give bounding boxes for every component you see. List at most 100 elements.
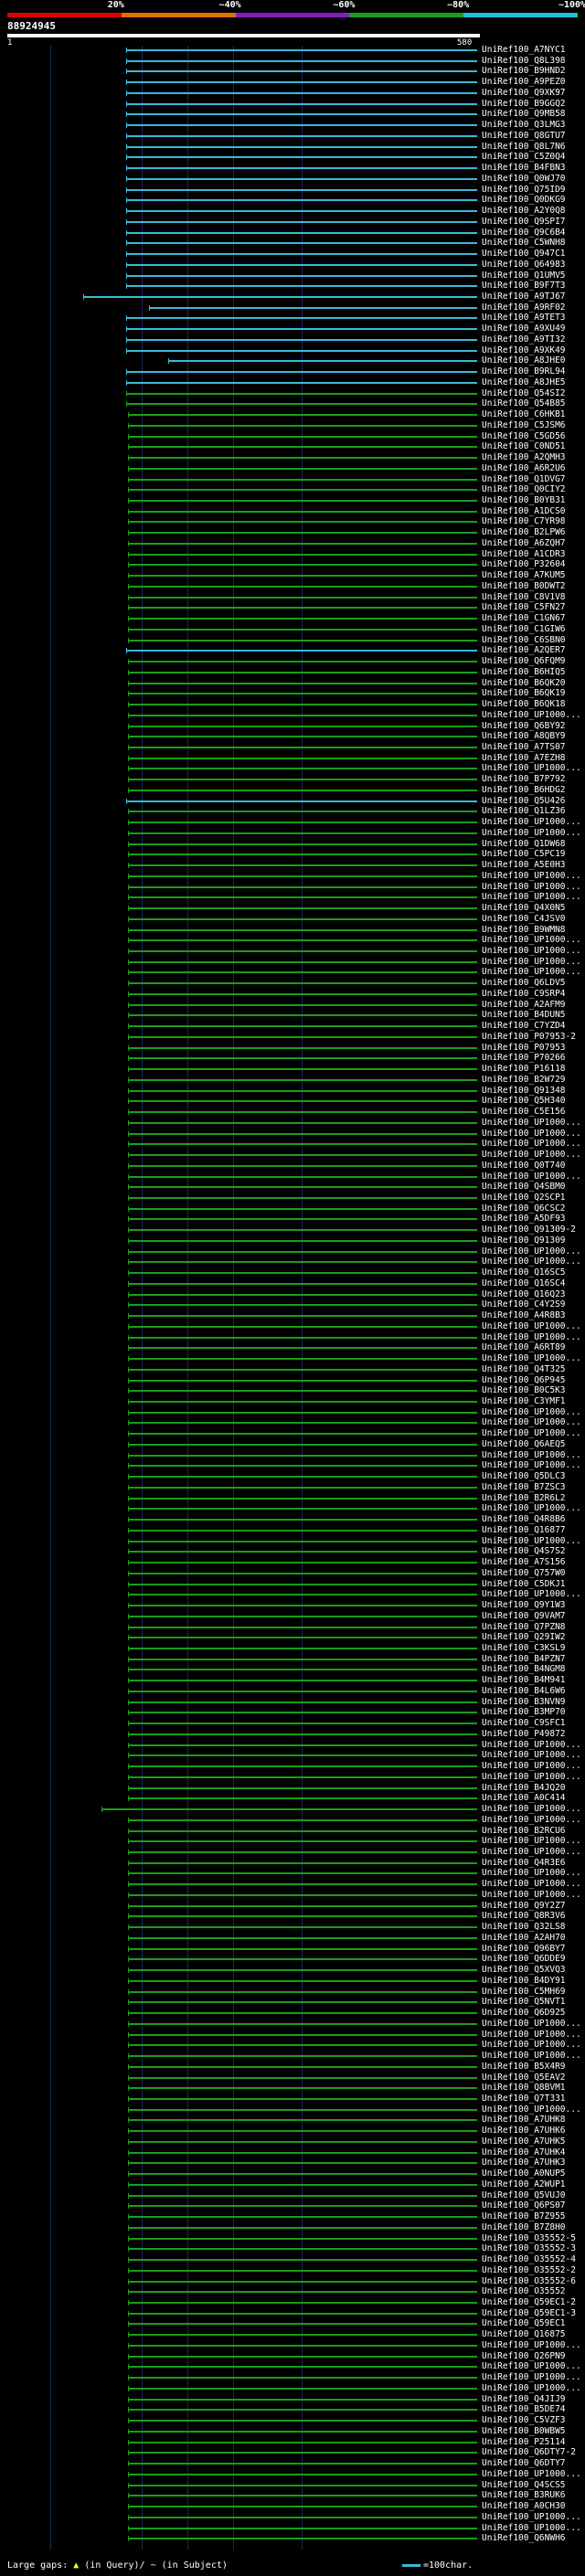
hit-label[interactable]: UniRef100_UP1000... <box>482 1118 581 1128</box>
hit-bar[interactable] <box>127 2473 477 2475</box>
hit-bar[interactable] <box>125 145 477 148</box>
hit-label[interactable]: UniRef100_C8V1V8 <box>482 592 566 602</box>
hit-bar[interactable] <box>127 864 477 867</box>
hit-label[interactable]: UniRef100_Q0WJ70 <box>482 174 566 184</box>
hit-bar[interactable] <box>127 960 477 963</box>
hit-label[interactable]: UniRef100_UP1000... <box>482 1171 581 1182</box>
hit-label[interactable]: UniRef100_B9GGQ2 <box>482 99 566 109</box>
hit-bar[interactable] <box>127 1765 477 1768</box>
hit-bar[interactable] <box>127 2183 477 2186</box>
hit-bar[interactable] <box>127 1282 477 1285</box>
hit-label[interactable]: UniRef100_UP1000... <box>482 1503 581 1513</box>
hit-label[interactable]: UniRef100_B2LPW6 <box>482 527 566 537</box>
hit-label[interactable]: UniRef100_Q6DDE9 <box>482 1954 566 1964</box>
hit-bar[interactable] <box>127 2452 477 2454</box>
hit-label[interactable]: UniRef100_Q6P945 <box>482 1375 566 1385</box>
hit-bar[interactable] <box>125 59 477 62</box>
hit-bar[interactable] <box>127 1304 477 1307</box>
hit-label[interactable]: UniRef100_UP1000... <box>482 1150 581 1160</box>
hit-label[interactable]: UniRef100_C4Y2S9 <box>482 1299 566 1309</box>
hit-label[interactable]: UniRef100_UP1000... <box>482 1536 581 1546</box>
hit-label[interactable]: UniRef100_Q1LZ36 <box>482 806 566 816</box>
hit-label[interactable]: UniRef100_Q5NVT1 <box>482 1997 566 2007</box>
hit-label[interactable]: UniRef100_Q9Y1W3 <box>482 1600 566 1610</box>
hit-bar[interactable] <box>127 500 477 502</box>
hit-label[interactable]: UniRef100_C5E156 <box>482 1107 566 1117</box>
hit-label[interactable]: UniRef100_Q0T740 <box>482 1161 566 1171</box>
hit-label[interactable]: UniRef100_UP1000... <box>482 1450 581 1460</box>
hit-label[interactable]: UniRef100_Q16877 <box>482 1525 566 1535</box>
hit-label[interactable]: UniRef100_Q9XK97 <box>482 88 566 98</box>
hit-label[interactable]: UniRef100_Q8L398 <box>482 56 566 66</box>
hit-bar[interactable] <box>125 338 477 341</box>
hit-label[interactable]: UniRef100_Q4S7S2 <box>482 1546 566 1556</box>
hit-label[interactable]: UniRef100_UP1000... <box>482 1750 581 1760</box>
hit-label[interactable]: UniRef100_A9RF02 <box>482 302 566 313</box>
hit-label[interactable]: UniRef100_UP1000... <box>482 1868 581 1878</box>
hit-label[interactable]: UniRef100_C1GN67 <box>482 613 566 623</box>
hit-label[interactable]: UniRef100_UP1000... <box>482 817 581 827</box>
hit-bar[interactable] <box>127 2312 477 2315</box>
hit-bar[interactable] <box>127 832 477 834</box>
hit-bar[interactable] <box>125 231 477 234</box>
hit-label[interactable]: UniRef100_O35552-5 <box>482 2233 576 2243</box>
hit-label[interactable]: UniRef100_Q7T331 <box>482 2094 566 2104</box>
hit-bar[interactable] <box>127 1046 477 1049</box>
hit-bar[interactable] <box>127 1164 477 1167</box>
hit-bar[interactable] <box>127 435 477 438</box>
hit-bar[interactable] <box>125 199 477 202</box>
hit-label[interactable]: UniRef100_Q0CIY2 <box>482 484 566 494</box>
hit-bar[interactable] <box>127 1669 477 1671</box>
hit-label[interactable]: UniRef100_UP1000... <box>482 1139 581 1149</box>
hit-label[interactable]: UniRef100_O35552 <box>482 2286 566 2296</box>
hit-bar[interactable] <box>125 124 477 127</box>
hit-bar[interactable] <box>127 478 477 481</box>
hit-bar[interactable] <box>127 1733 477 1735</box>
hit-label[interactable]: UniRef100_P07953 <box>482 1043 566 1053</box>
hit-label[interactable]: UniRef100_Q9Y2Z7 <box>482 1901 566 1911</box>
hit-bar[interactable] <box>125 403 477 406</box>
hit-bar[interactable] <box>127 1186 477 1189</box>
hit-bar[interactable] <box>127 2366 477 2369</box>
hit-bar[interactable] <box>127 1261 477 1264</box>
hit-bar[interactable] <box>127 2506 477 2508</box>
hit-bar[interactable] <box>125 177 477 180</box>
hit-label[interactable]: UniRef100_Q6AEQ5 <box>482 1439 566 1449</box>
hit-label[interactable]: UniRef100_Q75ID9 <box>482 185 566 195</box>
hit-bar[interactable] <box>127 1089 477 1092</box>
hit-label[interactable]: UniRef100_B3NVN9 <box>482 1697 566 1707</box>
hit-bar[interactable] <box>127 1851 477 1854</box>
hit-bar[interactable] <box>101 1808 477 1811</box>
hit-bar[interactable] <box>127 1840 477 1843</box>
hit-label[interactable]: UniRef100_B4JQ20 <box>482 1783 566 1793</box>
hit-bar[interactable] <box>127 1196 477 1199</box>
hit-bar[interactable] <box>127 2387 477 2390</box>
hit-bar[interactable] <box>127 1594 477 1596</box>
hit-bar[interactable] <box>127 1690 477 1692</box>
hit-bar[interactable] <box>127 896 477 899</box>
hit-bar[interactable] <box>127 1915 477 1918</box>
hit-bar[interactable] <box>127 1572 477 1574</box>
hit-label[interactable]: UniRef100_C9SRP4 <box>482 989 566 999</box>
hit-label[interactable]: UniRef100_Q6DTY7 <box>482 2458 566 2468</box>
hit-bar[interactable] <box>127 1443 477 1446</box>
hit-bar[interactable] <box>127 1926 477 1929</box>
hit-label[interactable]: UniRef100_B9RL94 <box>482 366 566 376</box>
hit-label[interactable]: UniRef100_Q59EC1-3 <box>482 2308 576 2318</box>
hit-label[interactable]: UniRef100_UP1000... <box>482 1879 581 1889</box>
hit-bar[interactable] <box>127 1947 477 1950</box>
hit-label[interactable]: UniRef100_A0C414 <box>482 1793 566 1803</box>
hit-bar[interactable] <box>127 928 477 931</box>
hit-label[interactable]: UniRef100_UP1000... <box>482 2469 581 2479</box>
hit-bar[interactable] <box>127 1379 477 1382</box>
hit-label[interactable]: UniRef100_P49872 <box>482 1729 566 1739</box>
hit-label[interactable]: UniRef100_C1GIW6 <box>482 624 566 634</box>
hit-label[interactable]: UniRef100_Q91348 <box>482 1086 566 1096</box>
hit-label[interactable]: UniRef100_UP1000... <box>482 1407 581 1417</box>
hit-bar[interactable] <box>127 2044 477 2047</box>
hit-label[interactable]: UniRef100_Q5U426 <box>482 796 566 806</box>
hit-bar[interactable] <box>127 714 477 716</box>
hit-label[interactable]: UniRef100_C3KSL9 <box>482 1643 566 1653</box>
hit-bar[interactable] <box>127 2001 477 2004</box>
hit-label[interactable]: UniRef100_Q4SBM0 <box>482 1182 566 1192</box>
